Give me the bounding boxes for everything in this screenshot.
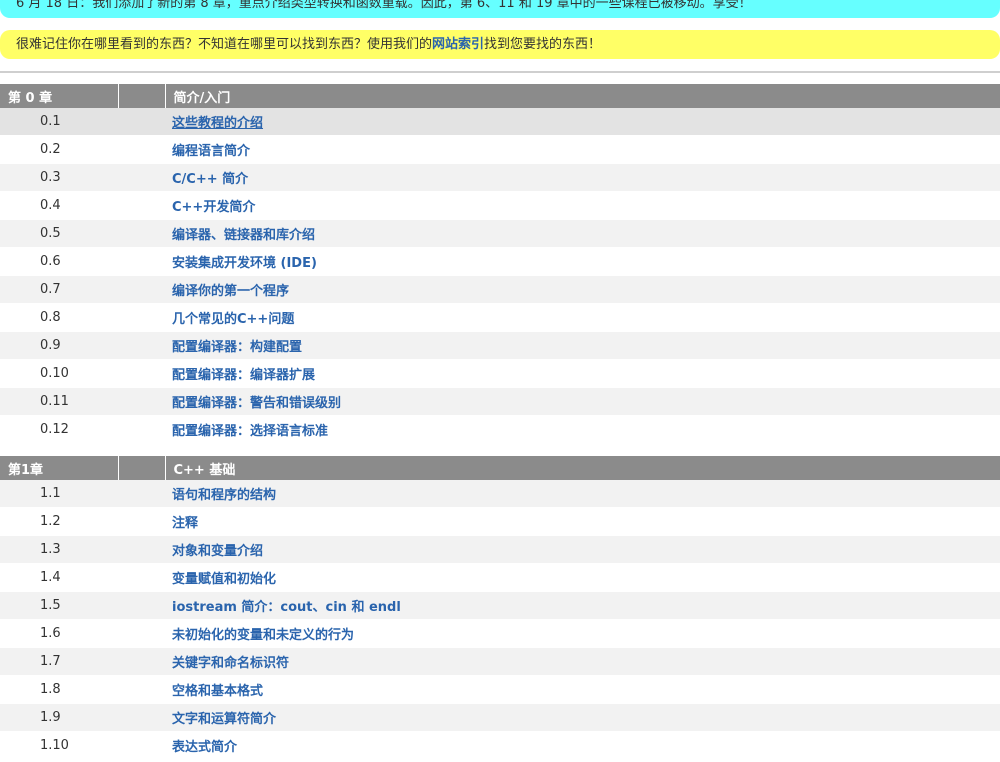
table-row: 0.11 配置编译器：警告和错误级别 bbox=[0, 387, 1000, 416]
lesson-link[interactable]: 文字和运算符简介 bbox=[165, 712, 276, 727]
chapter-header: 第 0 章 简介/入门 bbox=[0, 84, 1000, 108]
lesson-number: 0.2 bbox=[0, 135, 118, 164]
table-row: 0.12 配置编译器：选择语言标准 bbox=[0, 415, 1000, 444]
table-row: 0.9 配置编译器：构建配置 bbox=[0, 331, 1000, 360]
lesson-link[interactable]: 关键字和命名标识符 bbox=[165, 656, 289, 671]
table-row: 1.4 变量赋值和初始化 bbox=[0, 563, 1000, 592]
chapter-header: 第1章 C++ 基础 bbox=[0, 456, 1000, 480]
lesson-number: 1.9 bbox=[0, 703, 118, 732]
lesson-number: 0.4 bbox=[0, 191, 118, 220]
lesson-number: 1.2 bbox=[0, 507, 118, 536]
lesson-link[interactable]: 未初始化的变量和未定义的行为 bbox=[165, 628, 354, 643]
table-row: 0.8 几个常见的C++问题 bbox=[0, 303, 1000, 332]
lesson-number: 0.10 bbox=[0, 359, 118, 388]
lesson-number: 0.8 bbox=[0, 303, 118, 332]
table-row: 1.2 注释 bbox=[0, 507, 1000, 536]
divider bbox=[0, 71, 1000, 73]
table-row: 0.5 编译器、链接器和库介绍 bbox=[0, 219, 1000, 248]
table-row: 1.10 表达式简介 bbox=[0, 731, 1000, 760]
chapter-heading: 第 0 章 bbox=[0, 84, 119, 108]
lesson-link[interactable]: 配置编译器：选择语言标准 bbox=[165, 424, 328, 439]
lesson-link[interactable]: 编译器、链接器和库介绍 bbox=[165, 228, 315, 243]
lesson-link[interactable]: 表达式简介 bbox=[165, 740, 237, 755]
lesson-link[interactable]: 变量赋值和初始化 bbox=[165, 572, 276, 587]
table-row: 1.5 iostream 简介：cout、cin 和 endl bbox=[0, 591, 1000, 620]
lesson-number: 0.5 bbox=[0, 219, 118, 248]
lesson-number: 1.6 bbox=[0, 619, 118, 648]
table-row: 1.3 对象和变量介绍 bbox=[0, 535, 1000, 564]
site-index-notice-text-after: 找到您要找的东西！ bbox=[484, 37, 602, 52]
lesson-number: 0.6 bbox=[0, 247, 118, 276]
site-index-link[interactable]: 网站索引 bbox=[432, 37, 484, 52]
lesson-number: 1.3 bbox=[0, 535, 118, 564]
lesson-number: 0.7 bbox=[0, 275, 118, 304]
lesson-link[interactable]: 对象和变量介绍 bbox=[165, 544, 263, 559]
lesson-number: 1.5 bbox=[0, 591, 118, 620]
lesson-link[interactable]: 空格和基本格式 bbox=[165, 684, 263, 699]
lesson-number: 1.8 bbox=[0, 675, 118, 704]
table-row: 1.9 文字和运算符简介 bbox=[0, 703, 1000, 732]
lesson-number: 1.1 bbox=[0, 480, 118, 508]
chapter-0-table: 第 0 章 简介/入门 0.1 这些教程的介绍 0.2 编程语言简介 0.3 C/C+… bbox=[0, 84, 1000, 444]
lesson-link[interactable]: iostream 简介：cout、cin 和 endl bbox=[165, 600, 401, 615]
site-index-notice: 很难记住你在哪里看到的东西？不知道在哪里可以找到东西？使用我们的网站索引找到您要… bbox=[0, 30, 1000, 59]
table-row: 1.1 语句和程序的结构 bbox=[0, 480, 1000, 508]
lesson-number: 0.11 bbox=[0, 387, 118, 416]
table-row: 0.4 C++开发简介 bbox=[0, 191, 1000, 220]
lesson-link[interactable]: 编程语言简介 bbox=[165, 144, 250, 159]
lesson-link[interactable]: 配置编译器：警告和错误级别 bbox=[165, 396, 341, 411]
chapter-header-spacer bbox=[118, 84, 166, 108]
lesson-number: 0.3 bbox=[0, 163, 118, 192]
chapter-header-spacer bbox=[118, 456, 166, 480]
lesson-link[interactable]: 配置编译器：编译器扩展 bbox=[165, 368, 315, 383]
lesson-number: 1.10 bbox=[0, 731, 118, 760]
update-notice: 6 月 18 日：我们添加了新的第 8 章，重点介绍类型转换和函数重载。因此，第… bbox=[0, 0, 1000, 18]
table-row: 1.7 关键字和命名标识符 bbox=[0, 647, 1000, 676]
chapter-title: 简介/入门 bbox=[165, 84, 1000, 108]
table-row: 0.6 安装集成开发环境 (IDE) bbox=[0, 247, 1000, 276]
table-row: 0.10 配置编译器：编译器扩展 bbox=[0, 359, 1000, 388]
table-row: 0.7 编译你的第一个程序 bbox=[0, 275, 1000, 304]
chapter-1-table: 第1章 C++ 基础 1.1 语句和程序的结构 1.2 注释 1.3 对象和变量介绍 … bbox=[0, 456, 1000, 760]
lesson-link[interactable]: C++开发简介 bbox=[165, 200, 255, 215]
table-row: 0.1 这些教程的介绍 bbox=[0, 108, 1000, 136]
lesson-link[interactable]: 这些教程的介绍 bbox=[165, 116, 263, 131]
lesson-number: 0.12 bbox=[0, 415, 118, 444]
chapter-heading: 第1章 bbox=[0, 456, 119, 480]
table-row: 1.6 未初始化的变量和未定义的行为 bbox=[0, 619, 1000, 648]
site-index-notice-text-before: 很难记住你在哪里看到的东西？不知道在哪里可以找到东西？使用我们的 bbox=[16, 37, 433, 52]
chapter-title: C++ 基础 bbox=[165, 456, 1000, 480]
lesson-link[interactable]: 几个常见的C++问题 bbox=[165, 312, 294, 327]
lesson-link[interactable]: 编译你的第一个程序 bbox=[165, 284, 289, 299]
lesson-number: 1.7 bbox=[0, 647, 118, 676]
lesson-link[interactable]: 语句和程序的结构 bbox=[165, 488, 276, 503]
update-notice-text: 6 月 18 日：我们添加了新的第 8 章，重点介绍类型转换和函数重载。因此，第… bbox=[16, 0, 752, 11]
table-row: 1.8 空格和基本格式 bbox=[0, 675, 1000, 704]
lesson-link[interactable]: 配置编译器：构建配置 bbox=[165, 340, 302, 355]
lesson-number: 0.1 bbox=[0, 108, 118, 136]
lesson-link[interactable]: C/C++ 简介 bbox=[165, 172, 248, 187]
table-row: 0.2 编程语言简介 bbox=[0, 135, 1000, 164]
lesson-number: 1.4 bbox=[0, 563, 118, 592]
lesson-number: 0.9 bbox=[0, 331, 118, 360]
lesson-link[interactable]: 注释 bbox=[165, 516, 198, 531]
lesson-link[interactable]: 安装集成开发环境 (IDE) bbox=[165, 256, 317, 271]
table-row: 0.3 C/C++ 简介 bbox=[0, 163, 1000, 192]
